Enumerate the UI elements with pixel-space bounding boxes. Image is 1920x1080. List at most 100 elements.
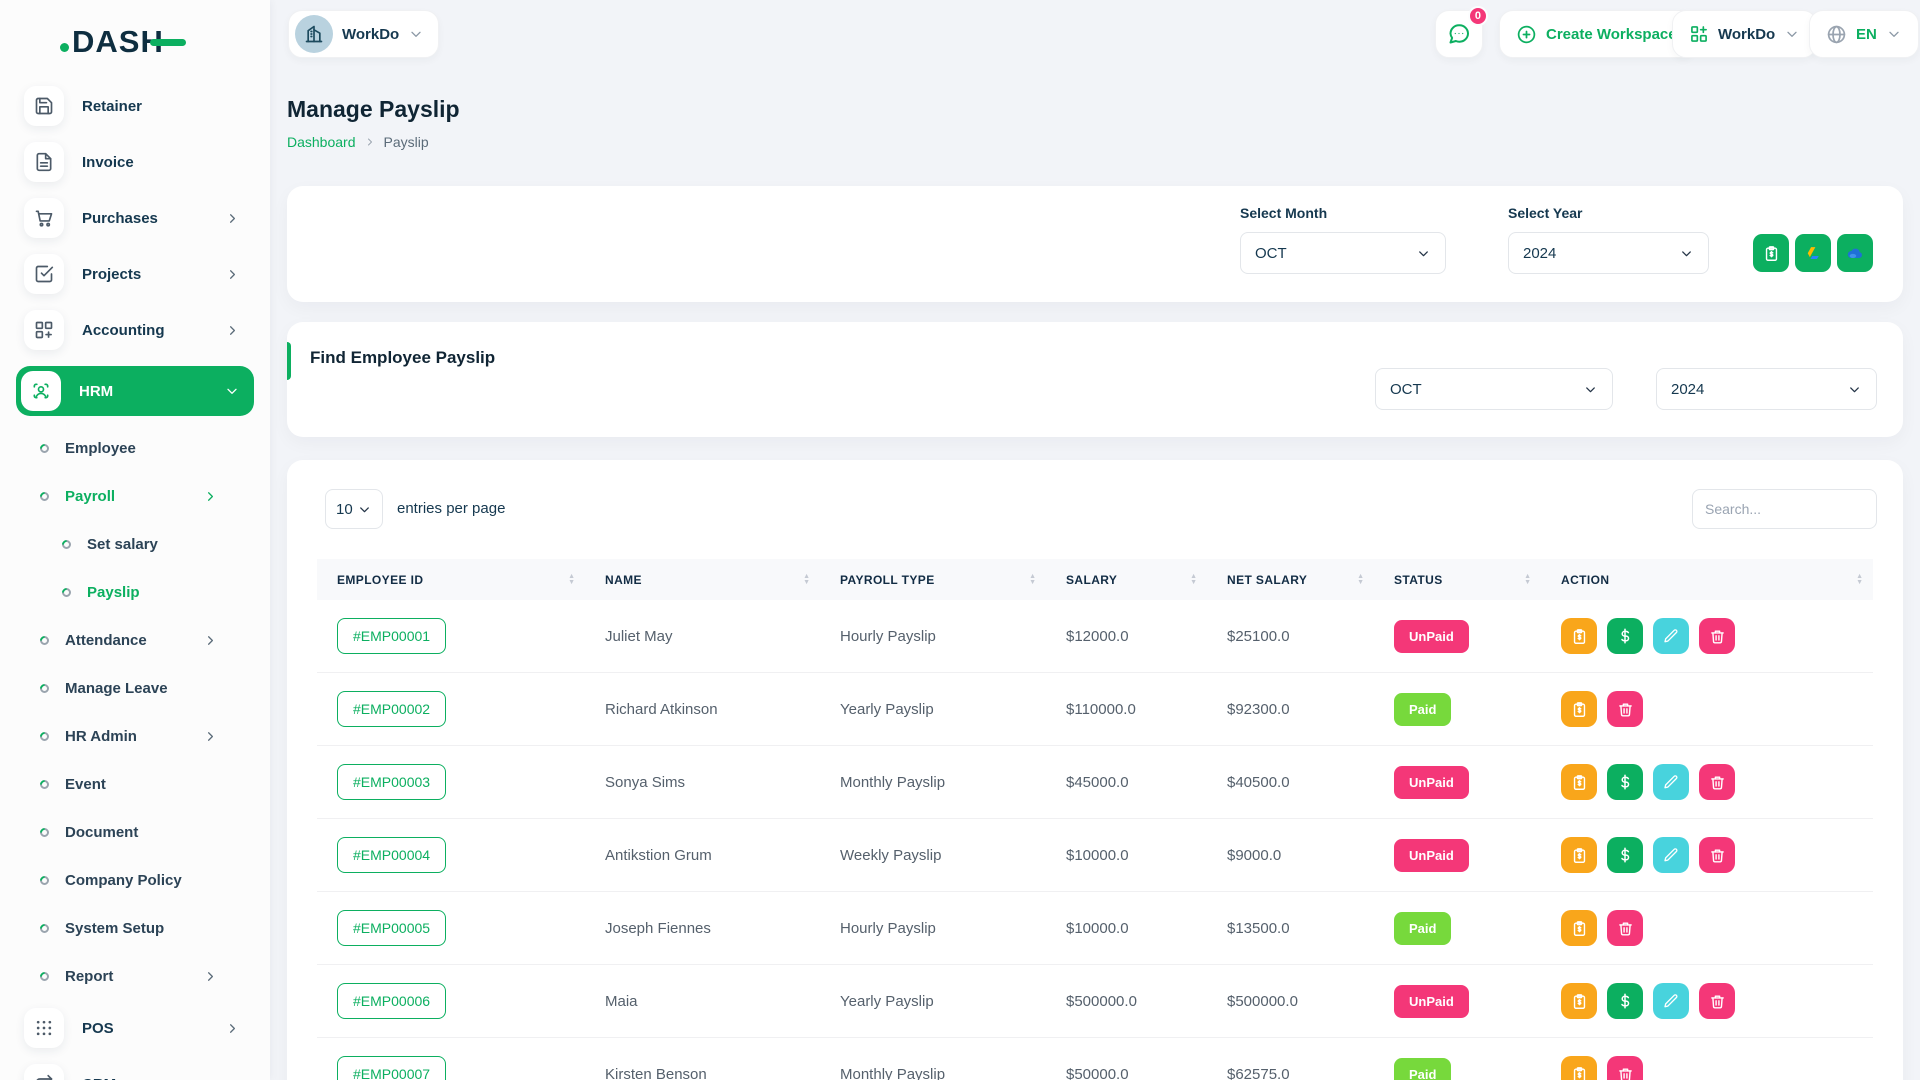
column-header-net-salary[interactable]: NET SALARY▲▼ [1207, 559, 1374, 600]
sidebar-item-purchases[interactable]: Purchases [16, 198, 254, 238]
bullet-icon [38, 730, 51, 743]
entries-value: 10 [336, 501, 353, 518]
payslip-button[interactable] [1561, 983, 1597, 1019]
month-select[interactable]: OCT [1240, 232, 1446, 274]
payslip-button[interactable] [1561, 764, 1597, 800]
hrm-submenu: EmployeePayrollSet salaryPayslipAttendan… [0, 420, 270, 1000]
sidebar-subitem-company-policy[interactable]: Company Policy [0, 856, 270, 904]
workspace-switcher[interactable]: WorkDo [288, 10, 439, 58]
app-menu-dropdown[interactable]: WorkDo [1672, 10, 1817, 58]
table-row: #EMP00007Kirsten BensonMonthly Payslip$5… [317, 1038, 1873, 1080]
employee-name: Sonya Sims [585, 774, 820, 791]
status-badge: Paid [1394, 1058, 1451, 1080]
sidebar-subitem-system-setup[interactable]: System Setup [0, 904, 270, 952]
table-header: EMPLOYEE ID▲▼NAME▲▼PAYROLL TYPE▲▼SALARY▲… [317, 559, 1873, 600]
sidebar-item-crm[interactable]: CRM [16, 1064, 254, 1080]
sidebar-subitem-event[interactable]: Event [0, 760, 270, 808]
payslip-button[interactable] [1561, 1056, 1597, 1080]
bullet-icon [38, 874, 51, 887]
breadcrumb-dashboard-link[interactable]: Dashboard [287, 134, 356, 150]
messenger-button[interactable]: 0 [1435, 10, 1483, 58]
edit-button[interactable] [1653, 764, 1689, 800]
payslip-button[interactable] [1561, 910, 1597, 946]
delete-button[interactable] [1607, 910, 1643, 946]
sidebar-item-accounting[interactable]: Accounting [16, 310, 254, 350]
pay-button[interactable] [1607, 837, 1643, 873]
column-header-payroll-type[interactable]: PAYROLL TYPE▲▼ [820, 559, 1046, 600]
edit-button[interactable] [1653, 983, 1689, 1019]
employee-name: Joseph Fiennes [585, 920, 820, 937]
edit-button[interactable] [1653, 837, 1689, 873]
pos-chip [24, 1008, 64, 1048]
find-year-select[interactable]: 2024 [1656, 368, 1877, 410]
sidebar-subitem-report[interactable]: Report [0, 952, 270, 1000]
sidebar-subitem-payslip[interactable]: Payslip [0, 568, 270, 616]
sidebar-subitem-manage-leave[interactable]: Manage Leave [0, 664, 270, 712]
payslip-button[interactable] [1561, 837, 1597, 873]
language-dropdown[interactable]: EN [1809, 10, 1919, 58]
sidebar-item-invoice[interactable]: Invoice [16, 142, 254, 182]
google-drive-export-button[interactable] [1795, 234, 1831, 272]
edit-button[interactable] [1653, 618, 1689, 654]
sidebar-subitem-employee[interactable]: Employee [0, 424, 270, 472]
delete-button[interactable] [1699, 837, 1735, 873]
delete-button[interactable] [1607, 691, 1643, 727]
employee-name: Richard Atkinson [585, 701, 820, 718]
sidebar-item-label: HRM [79, 383, 206, 400]
chevron-down-icon [357, 502, 372, 517]
year-select[interactable]: 2024 [1508, 232, 1709, 274]
payslip-button[interactable] [1561, 691, 1597, 727]
year-select-value: 2024 [1523, 245, 1556, 262]
column-header-employee-id[interactable]: EMPLOYEE ID▲▼ [317, 559, 585, 600]
employee-name: Juliet May [585, 628, 820, 645]
plus-circle-icon [1516, 24, 1537, 45]
sidebar-item-retainer[interactable]: Retainer [16, 86, 254, 126]
sidebar-subitem-document[interactable]: Document [0, 808, 270, 856]
payroll-type: Yearly Payslip [820, 993, 1046, 1010]
sidebar-item-projects[interactable]: Projects [16, 254, 254, 294]
delete-button[interactable] [1607, 1056, 1643, 1080]
column-header-label: PAYROLL TYPE [840, 573, 935, 587]
sidebar-item-pos[interactable]: POS [16, 1008, 254, 1048]
pay-button[interactable] [1607, 764, 1643, 800]
cart-icon [34, 208, 54, 228]
column-header-name[interactable]: NAME▲▼ [585, 559, 820, 600]
entries-per-page-label: entries per page [397, 500, 505, 517]
trash-icon [1617, 920, 1634, 937]
sidebar-item-label: Invoice [82, 154, 254, 171]
entries-per-page-select[interactable]: 10 [325, 489, 383, 529]
app-logo[interactable]: DASH [60, 24, 186, 60]
delete-button[interactable] [1699, 618, 1735, 654]
salary-value: $10000.0 [1046, 920, 1207, 937]
chevron-right-icon [203, 633, 218, 648]
column-header-action[interactable]: ACTION▲▼ [1541, 559, 1873, 600]
create-workspace-button[interactable]: Create Workspace [1499, 10, 1694, 58]
chevron-down-icon [1416, 246, 1431, 261]
delete-button[interactable] [1699, 983, 1735, 1019]
pay-button[interactable] [1607, 983, 1643, 1019]
payslip-button[interactable] [1561, 618, 1597, 654]
chevron-right-icon [203, 969, 218, 984]
sidebar-subitem-attendance[interactable]: Attendance [0, 616, 270, 664]
sidebar-subitem-hr-admin[interactable]: HR Admin [0, 712, 270, 760]
chevron-right-icon [225, 323, 240, 338]
delete-button[interactable] [1699, 764, 1735, 800]
bullet-icon [60, 586, 73, 599]
sidebar-item-hrm[interactable]: HRM [16, 366, 254, 416]
sort-icon: ▲▼ [1856, 574, 1863, 586]
sidebar-subitem-payroll[interactable]: Payroll [0, 472, 270, 520]
column-header-salary[interactable]: SALARY▲▼ [1046, 559, 1207, 600]
chevron-down-icon [1679, 246, 1694, 261]
pay-button[interactable] [1607, 618, 1643, 654]
column-header-label: STATUS [1394, 573, 1443, 587]
column-header-status[interactable]: STATUS▲▼ [1374, 559, 1541, 600]
onedrive-export-button[interactable] [1837, 234, 1873, 272]
search-input[interactable] [1692, 489, 1877, 529]
employee-id-badge: #EMP00005 [337, 910, 446, 946]
sidebar-subitem-set-salary[interactable]: Set salary [0, 520, 270, 568]
find-card-title: Find Employee Payslip [310, 348, 495, 368]
clipboard-dollar-icon [1571, 774, 1588, 791]
find-month-select[interactable]: OCT [1375, 368, 1613, 410]
bulk-payslip-button[interactable] [1753, 234, 1789, 272]
salary-value: $45000.0 [1046, 774, 1207, 791]
